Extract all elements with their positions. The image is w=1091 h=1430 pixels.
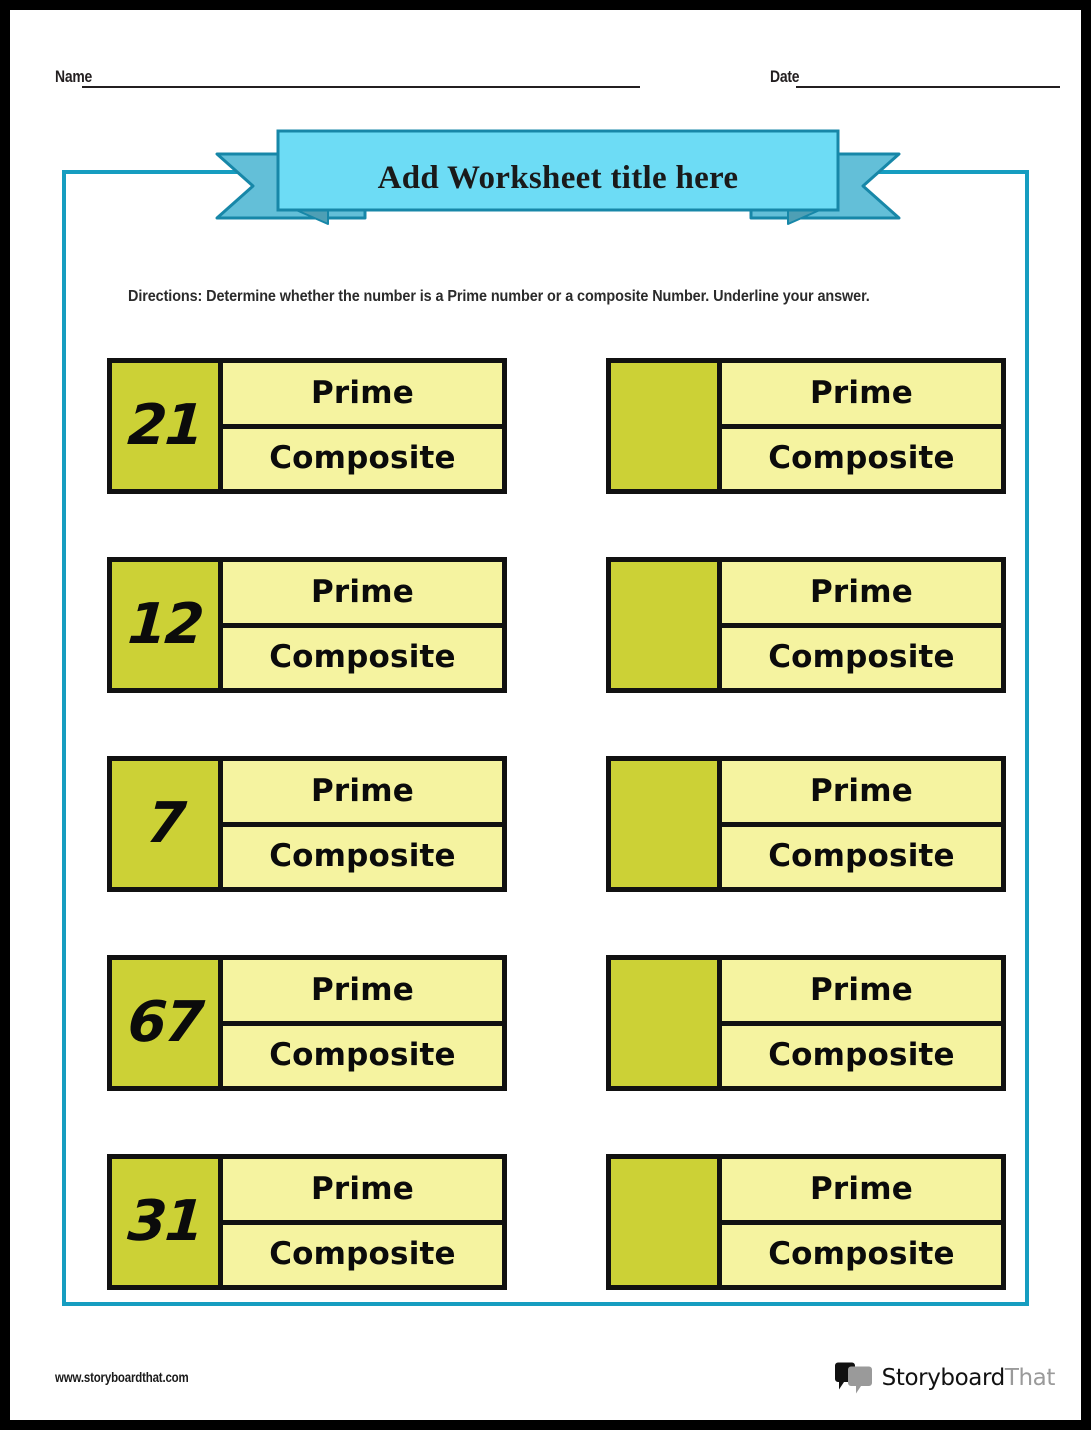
option-prime[interactable]: Prime [223,363,502,429]
number-value: 7 [144,791,186,856]
option-composite-label: Composite [269,838,456,875]
ribbon-graphic [215,129,901,225]
answer-options: Prime Composite [223,363,502,489]
logo-word-storyboard: Storyboard [881,1364,1006,1391]
answer-options: Prime Composite [223,761,502,887]
question-card: Prime Composite [606,955,1006,1091]
option-composite-label: Composite [768,440,955,477]
option-prime-label: Prime [810,573,913,610]
option-prime-label: Prime [810,971,913,1008]
student-info-header: Name Date [10,58,1081,98]
number-box: 21 [112,363,223,489]
option-composite[interactable]: Composite [223,1224,502,1285]
answer-options: Prime Composite [223,562,502,688]
option-prime[interactable]: Prime [722,761,1001,827]
option-prime[interactable]: Prime [722,1159,1001,1225]
answer-options: Prime Composite [722,960,1001,1086]
question-card: Prime Composite [606,756,1006,892]
question-card: 21 Prime Composite [107,358,507,494]
name-label: Name [55,67,92,86]
number-value: 21 [125,393,205,458]
option-prime[interactable]: Prime [223,960,502,1026]
option-composite[interactable]: Composite [223,826,502,887]
number-box [611,1159,722,1285]
option-prime-label: Prime [311,971,414,1008]
logo-word-that: That [1004,1364,1056,1391]
question-card: Prime Composite [606,557,1006,693]
number-value: 67 [125,990,205,1055]
number-value: 31 [125,1189,205,1254]
number-box [611,761,722,887]
directions-text: Directions: Determine whether the number… [128,288,870,305]
number-box: 12 [112,562,223,688]
option-prime-label: Prime [311,1170,414,1207]
option-prime[interactable]: Prime [223,761,502,827]
number-box: 31 [112,1159,223,1285]
option-prime[interactable]: Prime [223,562,502,628]
option-composite-label: Composite [269,639,456,676]
option-composite-label: Composite [768,639,955,676]
option-composite-label: Composite [768,1236,955,1273]
option-composite-label: Composite [768,838,955,875]
option-composite-label: Composite [768,1037,955,1074]
question-card: Prime Composite [606,358,1006,494]
number-box: 7 [112,761,223,887]
date-field-group: Date [770,58,1060,88]
option-prime[interactable]: Prime [722,960,1001,1026]
option-prime[interactable]: Prime [722,562,1001,628]
logo-wordmark: StoryboardThat [881,1364,1056,1391]
answer-options: Prime Composite [722,363,1001,489]
option-composite-label: Composite [269,1236,456,1273]
question-card: 67 Prime Composite [107,955,507,1091]
option-composite[interactable]: Composite [223,1025,502,1086]
storyboardthat-logo[interactable]: StoryboardThat [834,1362,1055,1394]
question-card: 12 Prime Composite [107,557,507,693]
option-composite[interactable]: Composite [722,826,1001,887]
option-prime-label: Prime [311,374,414,411]
speech-bubbles-icon [834,1362,874,1394]
option-composite-label: Composite [269,1037,456,1074]
title-banner[interactable]: Add Worksheet title here [215,128,901,226]
page-footer: www.storyboardthat.com StoryboardThat [10,1358,1081,1398]
number-box [611,562,722,688]
answer-options: Prime Composite [722,1159,1001,1285]
option-composite[interactable]: Composite [223,428,502,489]
option-composite[interactable]: Composite [722,428,1001,489]
option-composite[interactable]: Composite [722,1025,1001,1086]
date-label: Date [770,67,800,86]
number-box: 67 [112,960,223,1086]
name-field-group: Name [55,58,640,88]
answer-options: Prime Composite [722,761,1001,887]
option-composite[interactable]: Composite [223,627,502,688]
option-prime-label: Prime [810,772,913,809]
option-prime[interactable]: Prime [223,1159,502,1225]
answer-options: Prime Composite [223,960,502,1086]
question-grid: 21 Prime Composite Prime Composite 12 Pr… [107,358,1007,1290]
footer-website-url[interactable]: www.storyboardthat.com [55,1370,189,1385]
worksheet-page: Name Date Add Worksheet title here Direc… [10,10,1081,1420]
question-card: 7 Prime Composite [107,756,507,892]
option-prime-label: Prime [311,772,414,809]
number-box [611,960,722,1086]
option-composite-label: Composite [269,440,456,477]
number-value: 12 [125,592,205,657]
question-card: Prime Composite [606,1154,1006,1290]
number-box [611,363,722,489]
date-input-line[interactable] [795,86,1060,88]
option-prime[interactable]: Prime [722,363,1001,429]
option-composite[interactable]: Composite [722,627,1001,688]
option-composite[interactable]: Composite [722,1224,1001,1285]
option-prime-label: Prime [810,374,913,411]
name-input-line[interactable] [82,86,640,88]
question-card: 31 Prime Composite [107,1154,507,1290]
option-prime-label: Prime [810,1170,913,1207]
answer-options: Prime Composite [223,1159,502,1285]
option-prime-label: Prime [311,573,414,610]
answer-options: Prime Composite [722,562,1001,688]
